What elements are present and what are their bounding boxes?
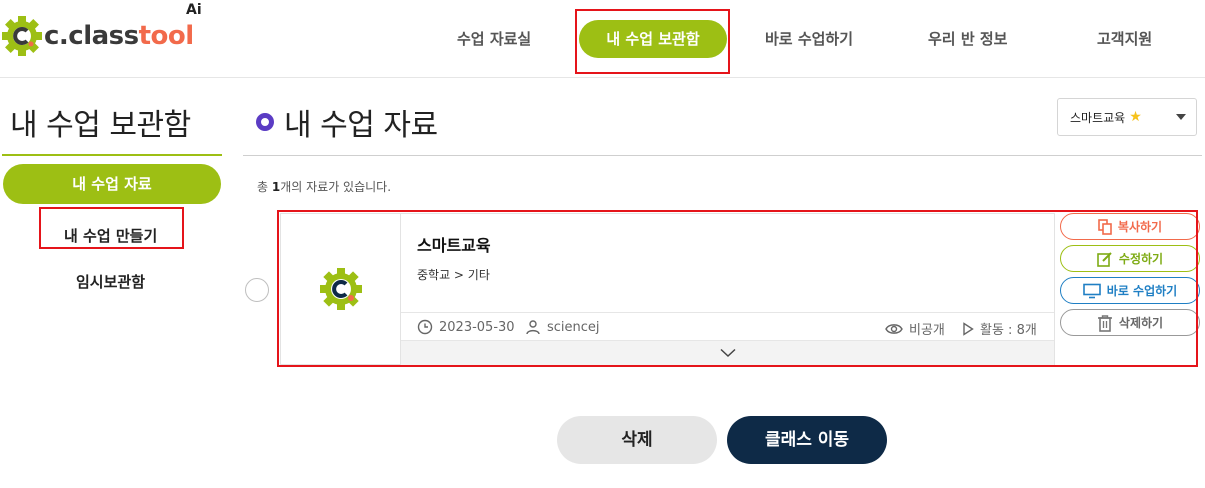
classtool-thumb-icon [319, 268, 362, 310]
clock-icon [417, 319, 433, 335]
star-icon: ★ [1129, 109, 1142, 125]
chevron-down-icon [719, 348, 736, 358]
trash-icon [1097, 314, 1112, 332]
result-count-prefix: 총 [257, 180, 272, 194]
page-title: 내 수업 자료 [256, 100, 438, 144]
classtool-logo[interactable]: c.classtool [2, 14, 194, 58]
lesson-category: 중학교 > 기타 [417, 268, 490, 282]
lesson-activities-text: 활동 : 8개 [980, 323, 1037, 338]
nav-item-my-lessons[interactable]: 내 수업 보관함 [579, 20, 727, 58]
start-lesson-button-label: 바로 수업하기 [1106, 284, 1178, 298]
start-lesson-button[interactable]: 바로 수업하기 [1060, 277, 1200, 304]
copy-button-label: 복사하기 [1117, 220, 1163, 234]
lesson-visibility: 비공개 [885, 319, 945, 338]
chevron-down-icon [1176, 114, 1186, 120]
sidebar-item-my-materials[interactable]: 내 수업 자료 [3, 164, 221, 204]
delete-card-button[interactable]: 삭제하기 [1060, 309, 1200, 336]
lesson-activities: 활동 : 8개 [962, 319, 1037, 338]
logo-gear-icon [2, 16, 42, 56]
select-radio[interactable] [245, 278, 269, 302]
play-icon [963, 321, 974, 336]
lesson-meta: 2023-05-30 sciencej 비공개 활동 : 8개 [401, 312, 1054, 340]
title-bullet-icon [256, 113, 274, 131]
nav-item-start-lesson[interactable]: 바로 수업하기 [765, 20, 853, 58]
nav-item-class-info[interactable]: 우리 반 정보 [928, 20, 1007, 58]
result-count-suffix: 개의 자료가 있습니다. [280, 180, 392, 194]
edit-button-label: 수정하기 [1118, 252, 1164, 266]
logo-ai-badge: Ai [186, 2, 202, 18]
sidebar-title: 내 수업 보관함 [10, 108, 191, 143]
nav-item-resources[interactable]: 수업 자료실 [457, 20, 531, 58]
title-divider [243, 155, 1202, 156]
logo-part-c: c. [44, 21, 69, 51]
eye-icon [885, 323, 903, 334]
edit-icon [1097, 251, 1112, 267]
lesson-thumbnail[interactable] [280, 213, 401, 365]
move-class-button[interactable]: 클래스 이동 [727, 416, 887, 464]
category-select-value: 스마트교육 [1070, 110, 1126, 125]
lesson-author-text: sciencej [547, 319, 600, 335]
category-select[interactable]: 스마트교육 ★ [1057, 98, 1197, 136]
user-icon [526, 320, 540, 335]
delete-card-button-label: 삭제하기 [1118, 316, 1164, 330]
sidebar-divider [2, 154, 222, 156]
result-count: 총 1개의 자료가 있습니다. [257, 178, 391, 195]
monitor-icon [1082, 283, 1101, 298]
sidebar-item-drafts[interactable]: 임시보관함 [76, 271, 145, 292]
top-header: c.classtool Ai 수업 자료실 내 수업 보관함 바로 수업하기 우… [0, 0, 1205, 78]
lesson-visibility-text: 비공개 [909, 323, 945, 338]
page-title-text: 내 수업 자료 [284, 108, 438, 143]
edit-button[interactable]: 수정하기 [1060, 245, 1200, 272]
lesson-date: 2023-05-30 [417, 319, 515, 335]
logo-wordmark: c.classtool [44, 21, 194, 51]
logo-part-class: class [68, 21, 139, 51]
result-count-value: 1 [271, 180, 281, 194]
nav-item-support[interactable]: 고객지원 [1097, 20, 1152, 58]
lesson-title[interactable]: 스마트교육 [417, 232, 491, 256]
sidebar-item-create-lesson[interactable]: 내 수업 만들기 [64, 225, 157, 246]
lesson-author: sciencej [525, 319, 600, 335]
lesson-date-text: 2023-05-30 [439, 319, 515, 335]
delete-button[interactable]: 삭제 [557, 416, 717, 464]
lesson-card: 스마트교육 중학교 > 기타 2023-05-30 sciencej 비공개 활… [280, 213, 1200, 365]
logo-part-tool: tool [138, 21, 195, 51]
lesson-card-body[interactable]: 스마트교육 중학교 > 기타 2023-05-30 sciencej 비공개 활… [401, 213, 1055, 365]
copy-button[interactable]: 복사하기 [1060, 213, 1200, 240]
copy-icon [1098, 218, 1112, 235]
expand-toggle[interactable] [401, 340, 1054, 365]
